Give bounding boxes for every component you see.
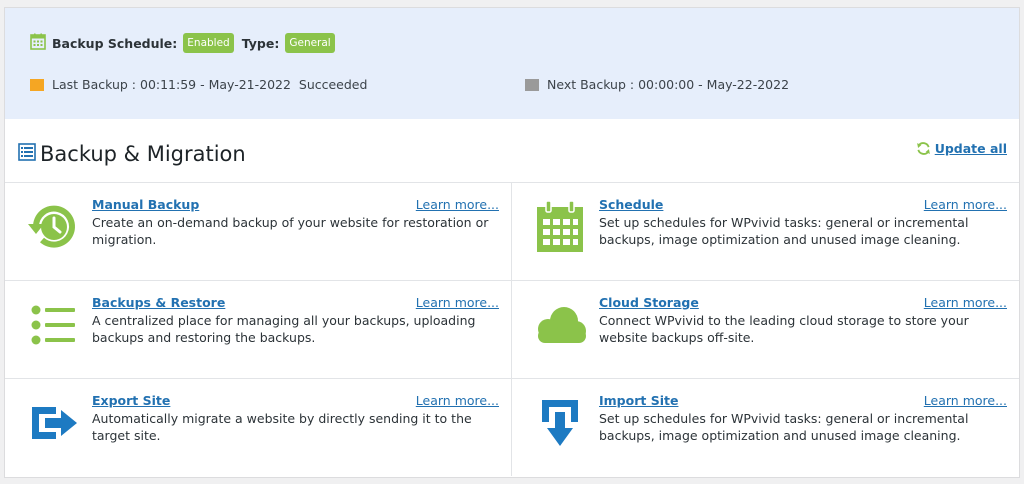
card-description: A centralized place for managing all you…	[92, 313, 476, 345]
feature-card-import-site: Import Site Learn more... Set up schedul…	[512, 378, 1019, 476]
last-backup-text: Last Backup : 00:11:59 - May-21-2022 Suc…	[52, 77, 368, 92]
folder-icon	[30, 78, 44, 91]
card-description: Automatically migrate a website by direc…	[92, 411, 472, 443]
refresh-icon	[916, 142, 930, 155]
schedule-row: Backup Schedule: Enabled Type: General	[30, 32, 1019, 54]
section-header: Backup & Migration Update all	[5, 119, 1019, 182]
update-all-label: Update all	[934, 141, 1007, 156]
backup-status-panel: Backup Schedule: Enabled Type: General L…	[5, 8, 1019, 119]
card-description: Set up schedules for WPvivid tasks: gene…	[599, 411, 969, 443]
card-description: Create an on-demand backup of your websi…	[92, 215, 489, 247]
update-all-link[interactable]: Update all	[916, 141, 1007, 156]
page-title: Backup & Migration	[18, 142, 246, 166]
dashboard-frame: Backup Schedule: Enabled Type: General L…	[4, 7, 1020, 478]
next-backup-row: Next Backup : 00:00:00 - May-22-2022	[525, 77, 789, 92]
learn-more-link[interactable]: Learn more...	[416, 197, 499, 212]
list-icon	[25, 297, 81, 353]
list-icon	[18, 142, 36, 166]
page-title-text: Backup & Migration	[40, 142, 246, 166]
schedule-link[interactable]: Schedule	[599, 197, 663, 212]
feature-card-backups-restore: Backups & Restore Learn more... A centra…	[5, 280, 512, 378]
feature-grid: Manual Backup Learn more... Create an on…	[5, 182, 1019, 476]
feature-card-schedule: Schedule Learn more... Set up schedules …	[512, 182, 1019, 280]
learn-more-link[interactable]: Learn more...	[924, 393, 1007, 408]
learn-more-link[interactable]: Learn more...	[416, 295, 499, 310]
calendar-small-icon	[30, 33, 46, 53]
card-description: Set up schedules for WPvivid tasks: gene…	[599, 215, 969, 247]
last-backup-row: Last Backup : 00:11:59 - May-21-2022 Suc…	[30, 77, 367, 92]
import-site-link[interactable]: Import Site	[599, 393, 678, 408]
feature-card-export-site: Export Site Learn more... Automatically …	[5, 378, 512, 476]
learn-more-link[interactable]: Learn more...	[924, 197, 1007, 212]
learn-more-link[interactable]: Learn more...	[924, 295, 1007, 310]
history-clock-icon	[25, 199, 81, 255]
cloud-storage-link[interactable]: Cloud Storage	[599, 295, 699, 310]
card-description: Connect WPvivid to the leading cloud sto…	[599, 313, 969, 345]
manual-backup-link[interactable]: Manual Backup	[92, 197, 199, 212]
import-icon	[532, 395, 588, 451]
type-label: Type:	[241, 35, 280, 51]
export-site-link[interactable]: Export Site	[92, 393, 170, 408]
schedule-status-badge: Enabled	[183, 33, 234, 53]
feature-card-manual-backup: Manual Backup Learn more... Create an on…	[5, 182, 512, 280]
schedule-label: Backup Schedule:	[52, 35, 178, 51]
backups-restore-link[interactable]: Backups & Restore	[92, 295, 225, 310]
calendar-icon	[532, 199, 588, 255]
next-backup-text: Next Backup : 00:00:00 - May-22-2022	[547, 77, 790, 92]
learn-more-link[interactable]: Learn more...	[416, 393, 499, 408]
cloud-icon	[532, 297, 588, 353]
type-badge: General	[285, 33, 335, 53]
export-icon	[25, 395, 81, 451]
folder-icon	[525, 78, 539, 91]
feature-card-cloud-storage: Cloud Storage Learn more... Connect WPvi…	[512, 280, 1019, 378]
